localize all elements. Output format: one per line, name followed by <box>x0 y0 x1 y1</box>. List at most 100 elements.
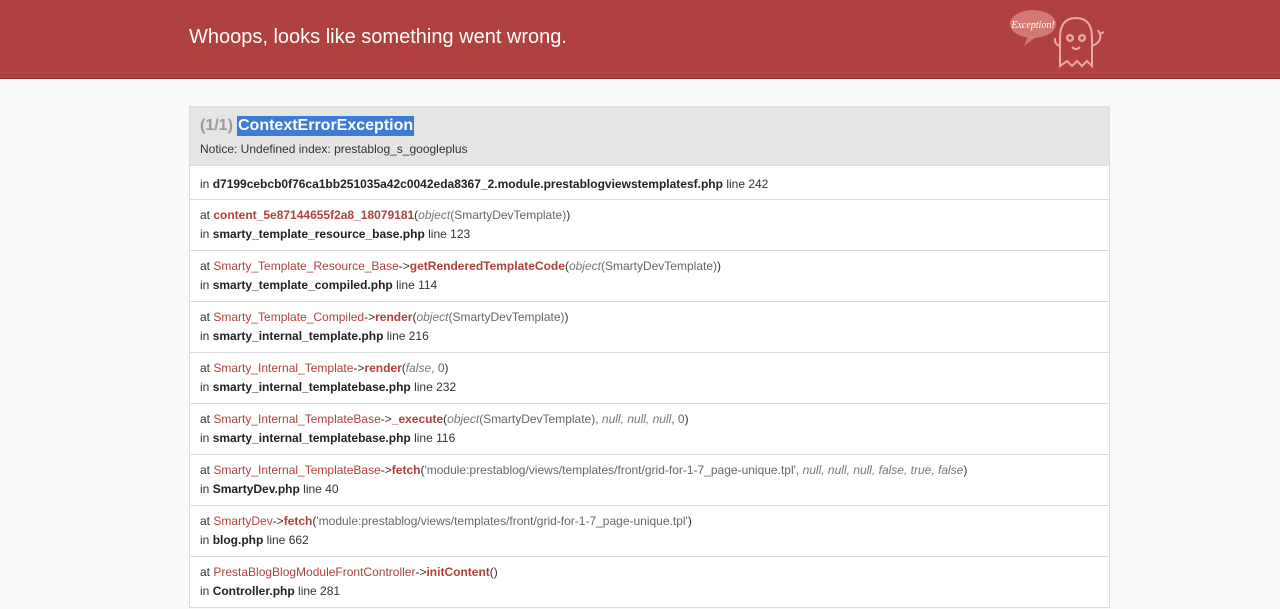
file-prefix: in <box>200 177 210 191</box>
exception-count: (1/1) <box>200 117 233 134</box>
frame-arg-type: object <box>416 310 449 324</box>
frame-arrow: -> <box>353 361 365 375</box>
frame-at: at <box>200 463 214 477</box>
frame-arrow: -> <box>415 565 427 579</box>
stack-frame[interactable]: at Smarty_Internal_TemplateBase->_execut… <box>189 404 1110 455</box>
frame-arrow: -> <box>272 514 284 528</box>
frame-line: line 216 <box>383 329 429 343</box>
frame-line: line 114 <box>392 278 438 292</box>
frame-call: at Smarty_Internal_TemplateBase->fetch('… <box>200 463 967 477</box>
frame-call: at content_5e87144655f2a8_18079181(objec… <box>200 208 570 222</box>
frame-arg-value: (SmartyDevTemplate) <box>450 208 567 222</box>
frame-args-close: ) <box>444 361 449 375</box>
frame-arg-value: , 0 <box>671 412 685 426</box>
frame-call: at PrestaBlogBlogModuleFrontController->… <box>200 565 498 579</box>
frame-at: at <box>200 412 214 426</box>
stack-frame[interactable]: at Smarty_Template_Resource_Base->getRen… <box>189 251 1110 302</box>
stack-frame[interactable]: at content_5e87144655f2a8_18079181(objec… <box>189 200 1110 251</box>
frame-in: in <box>200 482 213 496</box>
frame-method: content_5e87144655f2a8_18079181 <box>213 208 415 222</box>
frame-file: SmartyDev.php <box>212 482 300 496</box>
frame-file: Controller.php <box>212 584 295 598</box>
exception-panel: (1/1) ContextErrorException Notice: Unde… <box>189 106 1110 608</box>
frame-file: smarty_template_compiled.php <box>212 278 393 292</box>
frame-file: smarty_internal_template.php <box>212 329 384 343</box>
logo-bubble-text: Exception! <box>1010 20 1054 31</box>
frame-file: smarty_internal_templatebase.php <box>212 431 411 445</box>
frame-file: blog.php <box>212 533 264 547</box>
frame-call: at Smarty_Internal_TemplateBase->_execut… <box>200 412 689 426</box>
frame-arg-value: 'module:prestablog/views/templates/front… <box>424 463 803 477</box>
frame-args-close: ) <box>493 565 498 579</box>
stack-frame[interactable]: at PrestaBlogBlogModuleFrontController->… <box>189 557 1110 608</box>
whoops-ghost-logo-icon: Exception! <box>1010 10 1105 69</box>
frame-args-close: ) <box>564 310 569 324</box>
frame-at: at <box>200 361 214 375</box>
frame-arg-value: (SmartyDevTemplate) <box>600 259 717 273</box>
frame-arg-type: null, null, null, false, true, false <box>802 463 964 477</box>
frame-args-close: ) <box>687 514 692 528</box>
frame-arrow: -> <box>380 463 392 477</box>
frame-location: in SmartyDev.php line 40 <box>200 482 339 496</box>
page-title: Whoops, looks like something went wrong. <box>189 26 567 48</box>
frame-location: in smarty_internal_template.php line 216 <box>200 329 429 343</box>
frame-file: smarty_template_resource_base.php <box>212 227 425 241</box>
frame-in: in <box>200 380 213 394</box>
exception-header: (1/1) ContextErrorException Notice: Unde… <box>189 106 1110 165</box>
frame-method: fetch <box>283 514 313 528</box>
frame-arg-type: object <box>447 412 480 426</box>
frame-class: Smarty_Internal_Template <box>213 361 354 375</box>
error-header: Whoops, looks like something went wrong.… <box>0 0 1280 79</box>
frame-call: at SmartyDev->fetch('module:prestablog/v… <box>200 514 692 528</box>
stack-frame[interactable]: at SmartyDev->fetch('module:prestablog/v… <box>189 506 1110 557</box>
frame-arrow: -> <box>398 259 410 273</box>
frame-at: at <box>200 565 214 579</box>
frame-method: fetch <box>391 463 421 477</box>
frame-call: at Smarty_Internal_Template->render(fals… <box>200 361 449 375</box>
frame-arg-value: , 0 <box>431 361 445 375</box>
frame-at: at <box>200 259 214 273</box>
exception-message: Notice: Undefined index: prestablog_s_go… <box>200 142 468 156</box>
frame-line: line 116 <box>410 431 456 445</box>
frame-arg-value: 'module:prestablog/views/templates/front… <box>316 514 688 528</box>
frame-arg-type: object <box>568 259 601 273</box>
frame-location: in Controller.php line 281 <box>200 584 340 598</box>
frame-in: in <box>200 329 213 343</box>
frame-line: line 40 <box>299 482 339 496</box>
exception-file: d7199cebcb0f76ca1bb251035a42c0042eda8367… <box>212 177 723 191</box>
frame-location: in smarty_template_compiled.php line 114 <box>200 278 437 292</box>
frame-in: in <box>200 227 213 241</box>
frame-line: line 232 <box>410 380 457 394</box>
frame-class: Smarty_Internal_TemplateBase <box>213 463 381 477</box>
frame-line: line 123 <box>424 227 471 241</box>
frame-method: _execute <box>391 412 444 426</box>
frame-method: getRenderedTemplateCode <box>409 259 565 273</box>
exception-origin-row: in d7199cebcb0f76ca1bb251035a42c0042eda8… <box>189 165 1110 200</box>
stack-frame[interactable]: at Smarty_Internal_Template->render(fals… <box>189 353 1110 404</box>
frame-line: line 281 <box>294 584 341 598</box>
frame-call: at Smarty_Template_Compiled->render(obje… <box>200 310 569 324</box>
frame-args-close: ) <box>566 208 571 222</box>
frame-args-close: ) <box>963 463 968 477</box>
frame-in: in <box>200 533 213 547</box>
frame-location: in smarty_template_resource_base.php lin… <box>200 227 470 241</box>
frame-class: PrestaBlogBlogModuleFrontController <box>213 565 416 579</box>
frame-method: render <box>375 310 413 324</box>
frame-args-close: ) <box>684 412 689 426</box>
frame-in: in <box>200 431 213 445</box>
stack-frame[interactable]: at Smarty_Internal_TemplateBase->fetch('… <box>189 455 1110 506</box>
exception-class-name[interactable]: ContextErrorException <box>237 116 415 136</box>
stack-frame[interactable]: at Smarty_Template_Compiled->render(obje… <box>189 302 1110 353</box>
frame-location: in smarty_internal_templatebase.php line… <box>200 380 456 394</box>
frame-arrow: -> <box>380 412 392 426</box>
frame-method: render <box>364 361 402 375</box>
frame-arg-value: (SmartyDevTemplate) <box>448 310 565 324</box>
frame-at: at <box>200 310 214 324</box>
frame-location: in smarty_internal_templatebase.php line… <box>200 431 455 445</box>
frame-arg-type: false <box>405 361 432 375</box>
frame-in: in <box>200 584 213 598</box>
frame-in: in <box>200 278 213 292</box>
frame-at: at <box>200 208 214 222</box>
exception-line: line 242 <box>726 177 769 191</box>
frame-line: line 662 <box>263 533 309 547</box>
